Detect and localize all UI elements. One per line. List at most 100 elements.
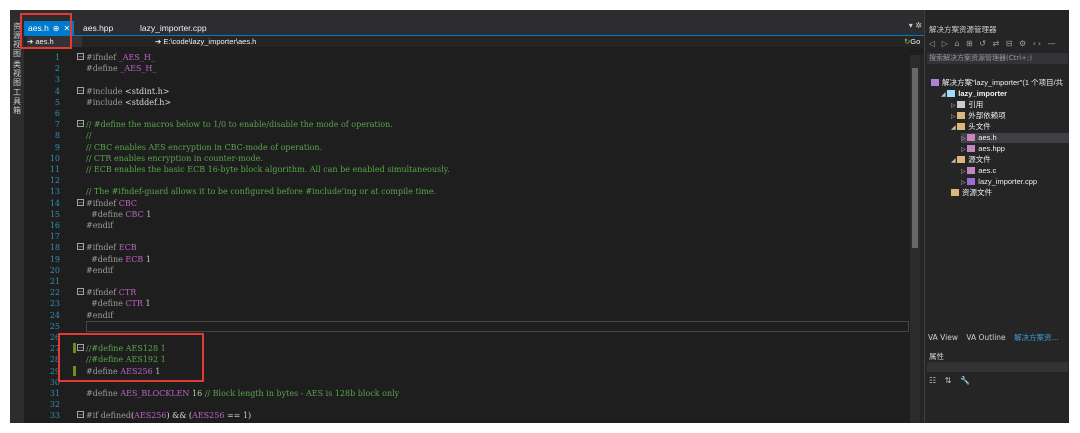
solution-tree-item[interactable]: ▷ aes.h (961, 133, 1069, 143)
code-text: #define AES_BLOCKLEN 16 // Block length … (86, 389, 400, 398)
code-text: #ifndef ECB (86, 243, 137, 253)
fold-toggle-icon[interactable]: − (77, 288, 84, 296)
code-line[interactable]: 14 − #ifndef CBC (24, 198, 914, 209)
left-toolbar-item-class-view[interactable]: 类视图 (11, 60, 23, 87)
line-number: 26 (49, 333, 60, 342)
line-number: 17 (49, 232, 60, 242)
line-number: 6 (54, 109, 60, 118)
solution-tree-item[interactable]: ◢ 源文件 (951, 155, 991, 165)
file-path-field[interactable]: ➔ E:\code\lazy_importer\aes.h (155, 36, 256, 47)
code-line[interactable]: 33 − #if defined(AES256) && (AES256 == 1) (24, 410, 914, 421)
code-line[interactable]: 5 #include <stddef.h> (24, 97, 914, 108)
solution-explorer: 解决方案资源管理器 ◁ ▷ ⌂ ⊞ ↺ ⇄ ⊟ ⚙ ‹› — 搜索解决方案资源管… (924, 10, 1069, 423)
tree-item-label: aes.c (978, 166, 997, 175)
code-line[interactable]: 19 #define ECB 1 (24, 254, 914, 265)
code-line[interactable]: 8 // (24, 130, 914, 141)
scrollbar-thumb[interactable] (912, 68, 918, 248)
line-number: 25 (49, 321, 60, 331)
tab-va-view[interactable]: VA View (928, 333, 958, 342)
solution-tree-item[interactable]: ◢ 头文件 (951, 122, 991, 132)
line-number: 9 (54, 142, 60, 152)
fold-toggle-icon[interactable]: − (77, 86, 84, 94)
code-line[interactable]: 32 (24, 399, 914, 410)
file-icon (951, 189, 959, 196)
code-line[interactable]: 20 #endif (24, 265, 914, 276)
file-icon (967, 167, 976, 174)
file-icon (967, 178, 976, 185)
code-line[interactable]: 25 (24, 320, 914, 332)
solution-explorer-toolbar[interactable]: ◁ ▷ ⌂ ⊞ ↺ ⇄ ⊟ ⚙ ‹› — (929, 39, 1058, 48)
fold-toggle-icon[interactable]: − (77, 243, 84, 251)
code-text: #endif (86, 265, 114, 275)
tab-aes-hpp[interactable]: aes.hpp (79, 21, 117, 35)
line-number: 20 (49, 265, 60, 275)
tree-item-label: 源文件 (968, 155, 991, 164)
code-text: // The #ifndef-guard allows it to be con… (86, 187, 437, 197)
code-line[interactable]: 13 // The #ifndef-guard allows it to be c… (24, 186, 914, 197)
code-line[interactable]: 4 − #include <stdint.h> (24, 86, 914, 97)
code-line[interactable]: 22 − #ifndef CTR (24, 287, 914, 298)
line-number: 28 (49, 355, 60, 365)
code-line[interactable]: 6 (24, 108, 914, 119)
solution-tree-item[interactable]: ▷ 外部依赖项 (951, 111, 1006, 121)
code-line[interactable]: 16 #endif (24, 220, 914, 231)
solution-tree-item[interactable]: ◢ lazy_importer (941, 89, 1007, 99)
code-line[interactable]: 21 (24, 276, 914, 287)
solution-tree-item[interactable]: ▷ aes.hpp (961, 144, 1005, 154)
line-number: 27 (49, 344, 60, 354)
code-line[interactable]: 15 #define CBC 1 (24, 209, 914, 220)
line-number: 12 (49, 176, 60, 186)
solution-tree-item[interactable]: 解决方案"lazy_importer"(1 个项目/共 (931, 78, 1063, 88)
line-number: 30 (49, 377, 60, 387)
code-line[interactable]: 18 − #ifndef ECB (24, 242, 914, 253)
code-text: #include <stdint.h> (86, 86, 170, 96)
code-text: #define CBC 1 (91, 209, 152, 219)
tree-item-label: 资源文件 (962, 188, 992, 197)
tree-item-label: 引用 (968, 100, 984, 109)
code-line[interactable]: 12 (24, 175, 914, 186)
code-line[interactable]: 7 −// #define the macros below to 1/0 to … (24, 119, 914, 130)
code-text: // #define the macros below to 1/0 to en… (86, 120, 393, 130)
solution-tree-item[interactable]: ▷ lazy_importer.cpp (961, 177, 1037, 187)
line-number: 16 (49, 221, 60, 230)
tree-item-label: 解决方案"lazy_importer"(1 个项目/共 (942, 78, 1064, 87)
code-line[interactable]: 17 (24, 231, 914, 242)
go-button[interactable]: ↻Go (904, 36, 920, 47)
code-line[interactable]: 9 // CBC enables AES encryption in CBC-mo… (24, 142, 914, 153)
file-icon (967, 134, 976, 141)
code-text: #define ECB 1 (91, 254, 151, 264)
properties-selector[interactable] (927, 362, 1068, 372)
tab-label: lazy_importer.cpp (140, 23, 207, 33)
solution-tree-item[interactable]: ▷ 引用 (951, 100, 983, 110)
code-line[interactable]: 11 // ECB enables the basic ECB 16-byte b… (24, 164, 914, 175)
tab-menu-icon[interactable]: ▾ ✲ (909, 21, 922, 30)
code-line[interactable]: 3 (24, 74, 914, 85)
left-toolbar-item-toolbox[interactable]: 工具箱 (11, 88, 23, 115)
line-number: 5 (54, 97, 60, 107)
fold-toggle-icon[interactable]: − (77, 411, 84, 419)
tab-va-outline[interactable]: VA Outline (966, 333, 1005, 342)
code-line[interactable]: 31 #define AES_BLOCKLEN 16 // Block lengt… (24, 388, 914, 399)
fold-toggle-icon[interactable]: − (77, 53, 84, 61)
current-line-highlight (86, 320, 909, 332)
tab-label: aes.hpp (83, 23, 114, 33)
code-line[interactable]: 24 #endif (24, 310, 914, 321)
solution-tree-item[interactable]: 资源文件 (951, 188, 992, 198)
tab-lazy-importer-cpp[interactable]: lazy_importer.cpp (136, 21, 211, 35)
fold-toggle-icon[interactable]: − (77, 198, 84, 206)
properties-toolbar[interactable]: ☷ ⇅ 🔧 (929, 376, 973, 385)
code-line[interactable]: 10 // CTR enables encryption in counter-m… (24, 153, 914, 164)
highlight-box-defines (58, 333, 204, 382)
fold-toggle-icon[interactable]: − (77, 120, 84, 128)
line-number: 4 (54, 86, 60, 96)
code-line[interactable]: 2 #define _AES_H_ (24, 63, 914, 74)
solution-search-input[interactable]: 搜索解决方案资源管理器(Ctrl+;) (927, 53, 1068, 64)
code-line[interactable]: 1 − #ifndef _AES_H_ (24, 52, 914, 63)
solution-tree-item[interactable]: ▷ aes.c (961, 166, 996, 176)
line-number: 18 (49, 243, 60, 253)
properties-title: 属性 (929, 352, 944, 361)
code-line[interactable]: 23 #define CTR 1 (24, 298, 914, 309)
tab-solution-explorer[interactable]: 解决方案资... (1014, 333, 1059, 342)
line-number: 21 (49, 277, 60, 286)
solution-bottom-tabs: VA View VA Outline 解决方案资... (925, 332, 1069, 344)
